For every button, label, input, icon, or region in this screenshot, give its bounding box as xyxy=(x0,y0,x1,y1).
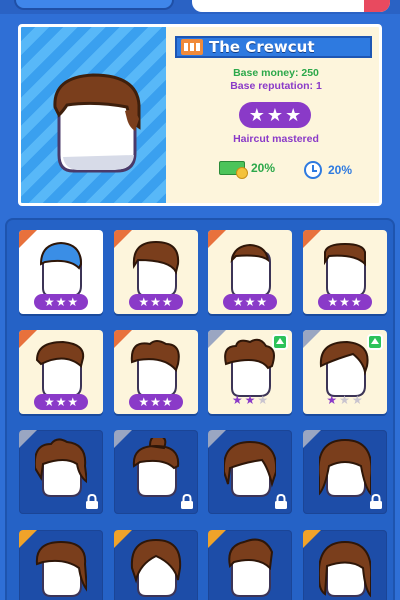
mullet-haircut-icon xyxy=(35,540,87,597)
salon-icon xyxy=(181,39,203,55)
curly-haircut-icon xyxy=(224,338,275,397)
time-bonus: 20% xyxy=(304,161,352,179)
star-icon: ★ xyxy=(232,295,244,309)
haircut-detail-card: The Crewcut Base money: 250 Base reputat… xyxy=(18,24,382,206)
bun-haircut-icon xyxy=(132,438,179,497)
long-haircut-icon xyxy=(318,438,371,497)
star-icon: ★ xyxy=(138,395,150,409)
mastery-status: Haircut mastered xyxy=(233,133,319,145)
haircut-tile-messy[interactable] xyxy=(19,430,103,514)
star-icon: ★ xyxy=(285,105,302,125)
star-icon: ★ xyxy=(351,393,363,407)
upgrade-arrow-icon[interactable] xyxy=(366,334,383,350)
tile-stars: ★ ★ ★ xyxy=(34,394,88,410)
star-icon: ★ xyxy=(161,295,173,309)
money-bonus-value: 20% xyxy=(251,161,276,175)
cash-icon xyxy=(219,161,248,179)
tile-stars: ★ ★ ★ xyxy=(34,294,88,310)
star-icon: ★ xyxy=(326,393,338,407)
star-icon: ★ xyxy=(248,105,265,125)
tile-stars: ★ ★ ★ xyxy=(223,294,277,310)
preview-head-icon xyxy=(53,73,141,173)
wavy-haircut-icon xyxy=(130,340,180,397)
dreads-haircut-icon xyxy=(318,540,371,598)
haircut-tile-sidepart[interactable]: ★ ★ ★ xyxy=(302,330,387,414)
time-bonus-value: 20% xyxy=(328,163,353,177)
flat-haircut-icon xyxy=(323,242,366,297)
haircut-tile-mullet[interactable] xyxy=(19,530,103,600)
haircut-tile-crewcut[interactable]: ★ ★ ★ xyxy=(19,230,103,314)
star-icon: ★ xyxy=(67,295,79,309)
bob-haircut-icon xyxy=(130,538,181,597)
sidepart-haircut-icon xyxy=(319,340,369,397)
money-bonus: 20% xyxy=(219,161,276,179)
swept-haircut-icon xyxy=(35,340,85,397)
star-icon: ★ xyxy=(244,295,256,309)
crewcut-haircut-icon xyxy=(39,241,83,297)
haircut-tile-short[interactable]: ★ ★ ★ xyxy=(113,230,198,314)
star-icon: ★ xyxy=(339,295,350,309)
star-icon: ★ xyxy=(150,295,161,309)
haircut-tile-quiff[interactable] xyxy=(208,530,292,600)
haircut-tile-flat[interactable]: ★ ★ ★ xyxy=(302,230,387,314)
star-icon: ★ xyxy=(43,295,55,309)
star-icon: ★ xyxy=(231,393,243,407)
star-icon: ★ xyxy=(244,393,256,407)
upgrade-arrow-icon[interactable] xyxy=(272,334,288,350)
tile-stars: ★ ★ ★ xyxy=(222,394,278,408)
quiff-haircut-icon xyxy=(228,538,274,597)
tab-other[interactable] xyxy=(192,0,390,12)
haircut-tile-long[interactable] xyxy=(302,430,387,514)
lock-icon xyxy=(86,494,98,509)
haircut-tile-wavy[interactable]: ★ ★ ★ xyxy=(113,330,198,414)
lock-icon xyxy=(369,494,382,509)
buzz-haircut-icon xyxy=(230,243,271,297)
haircut-tile-bob[interactable] xyxy=(113,530,198,600)
star-icon: ★ xyxy=(350,295,362,309)
mastery-stars: ★ ★ ★ xyxy=(239,102,311,128)
haircut-tile-buzz[interactable]: ★ ★ ★ xyxy=(208,230,292,314)
star-icon: ★ xyxy=(138,295,150,309)
haircut-tile-bun[interactable] xyxy=(113,430,198,514)
haircut-tile-dreads[interactable] xyxy=(302,530,387,600)
star-icon: ★ xyxy=(256,295,268,309)
haircut-title-bar: The Crewcut xyxy=(175,36,372,58)
star-icon: ★ xyxy=(55,295,67,309)
base-money: Base money: 250 xyxy=(233,67,319,79)
lock-icon xyxy=(275,494,287,509)
tile-stars: ★ ★ ★ xyxy=(317,294,372,310)
star-icon: ★ xyxy=(43,395,55,409)
tile-stars: ★ ★ ★ xyxy=(317,394,373,408)
messy-haircut-icon xyxy=(35,438,87,497)
star-icon: ★ xyxy=(257,393,269,407)
star-icon: ★ xyxy=(266,105,284,125)
star-icon: ★ xyxy=(327,295,339,309)
haircut-tile-swept[interactable]: ★ ★ ★ xyxy=(19,330,103,414)
haircut-grid: ★ ★ ★ ★ ★ ★ ★ ★ ★ ★ ★ ★ ★ ★ ★ ★ ★ ★ ★ ★ ★ ★ ★ ★ xyxy=(5,218,395,600)
clock-icon xyxy=(304,161,322,179)
haircut-title: The Crewcut xyxy=(209,38,315,56)
short-haircut-icon xyxy=(132,240,179,297)
haircut-tile-curly[interactable]: ★ ★ ★ xyxy=(208,330,292,414)
top-tab-bar xyxy=(0,0,400,14)
haircut-preview xyxy=(21,27,166,203)
star-icon: ★ xyxy=(339,393,350,407)
tile-stars: ★ ★ ★ xyxy=(128,294,183,310)
star-icon: ★ xyxy=(150,395,161,409)
star-icon: ★ xyxy=(55,395,67,409)
tab-haircuts[interactable] xyxy=(14,0,174,10)
tile-stars: ★ ★ ★ xyxy=(128,394,183,410)
base-reputation: Base reputation: 1 xyxy=(230,80,322,92)
lock-icon xyxy=(180,494,193,509)
star-icon: ★ xyxy=(67,395,79,409)
star-icon: ★ xyxy=(161,395,173,409)
shaggy-haircut-icon xyxy=(224,440,276,497)
haircut-tile-shaggy[interactable] xyxy=(208,430,292,514)
close-tab-edge[interactable] xyxy=(364,0,390,12)
